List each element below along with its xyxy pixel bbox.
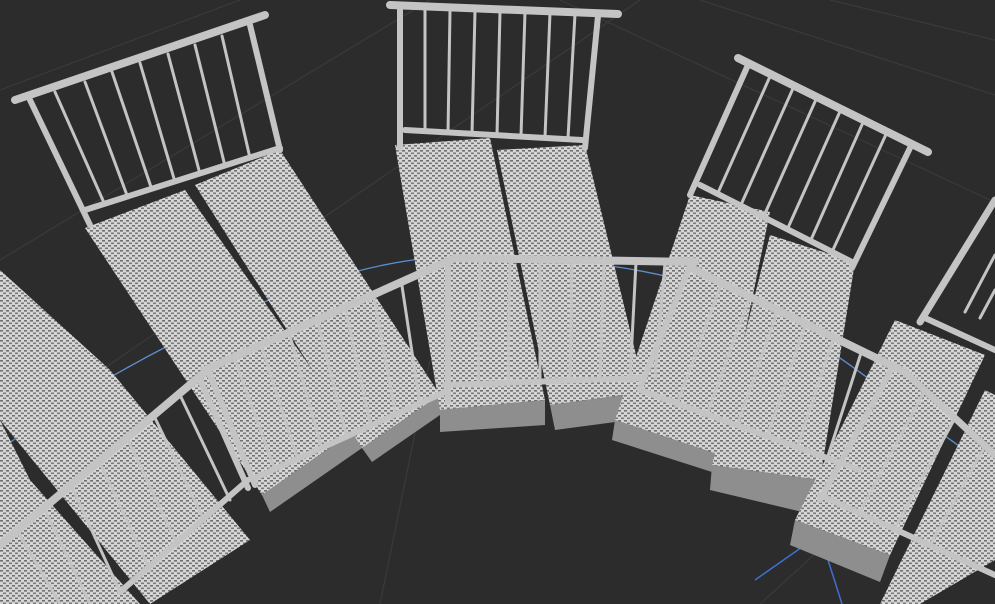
3d-viewport[interactable] <box>0 0 995 604</box>
